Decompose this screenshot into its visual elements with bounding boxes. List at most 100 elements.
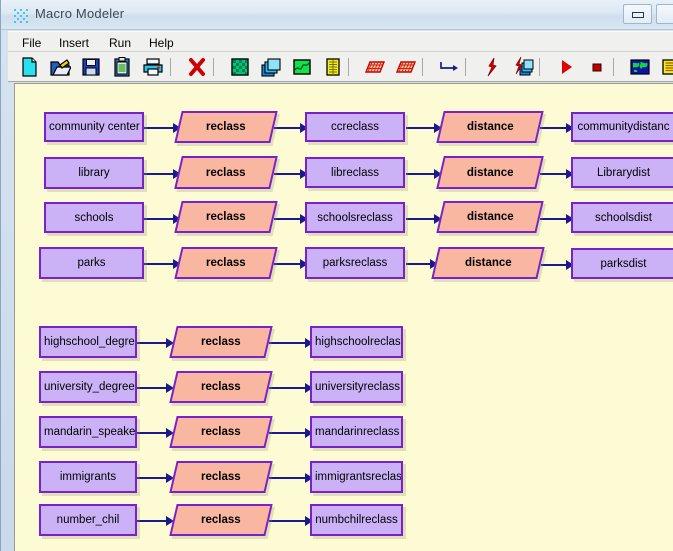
connector-link[interactable] [137,477,166,479]
toolbar-separator [348,58,349,76]
data-node-schoolsreclass[interactable]: schoolsreclass [305,202,405,233]
new-icon[interactable] [18,56,40,78]
connector-link[interactable] [144,173,173,175]
operation-node-distance[interactable]: distance [431,247,545,279]
data-node-ccreclass[interactable]: ccreclass [305,112,405,142]
connector-link[interactable] [274,127,300,129]
connector-link[interactable] [269,520,305,522]
menu-item-file[interactable]: File [16,35,47,51]
connector-link[interactable] [274,173,300,175]
data-node-schools[interactable]: schools [44,202,144,233]
data-node-number-chil[interactable]: number_chil [39,504,137,536]
lightning-layers-icon[interactable] [512,56,534,78]
data-node-parksreclass[interactable]: parksreclass [305,247,405,279]
connector-icon[interactable] [438,56,460,78]
play-icon[interactable] [555,56,577,78]
data-node-immigrants[interactable]: immigrants [39,461,137,493]
connector-link[interactable] [406,218,434,220]
operation-node-reclass[interactable]: reclass [174,111,278,143]
connector-link[interactable] [274,218,300,220]
data-node-communitydistanc[interactable]: communitydistanc [571,112,673,142]
operation-node-reclass[interactable]: reclass [169,504,273,536]
data-node-university-degree[interactable]: university_degree [39,371,137,403]
data-node-immigrantsreclass[interactable]: immigrantsreclass [310,461,403,493]
connector-link[interactable] [269,432,305,434]
delete-icon[interactable] [186,56,208,78]
save-icon[interactable] [80,56,102,78]
minimize-button[interactable] [623,4,652,24]
globe-icon[interactable] [629,56,651,78]
connector-link[interactable] [406,263,430,265]
connector-link[interactable] [269,342,305,344]
toolbar-separator [422,58,423,76]
data-node-numbchilreclass[interactable]: numbchilreclass [310,504,403,536]
open-folder-icon[interactable] [49,56,72,78]
operation-node-reclass[interactable]: reclass [169,326,273,358]
toolbar-separator [170,58,171,76]
data-node-highschool-degre[interactable]: highschool_degre [39,326,137,358]
connector-link[interactable] [541,264,566,266]
node-label: reclass [201,336,241,348]
data-node-library[interactable]: library [44,157,144,189]
connector-link[interactable] [274,263,300,265]
operation-node-distance[interactable]: distance [436,201,544,233]
menu-bar: File Insert Run Help [8,31,673,52]
connector-link[interactable] [137,342,166,344]
connector-link[interactable] [406,127,434,129]
parallelogram-2-icon[interactable] [395,56,417,78]
connector-link[interactable] [540,173,566,175]
data-node-parksdist[interactable]: parksdist [571,248,673,279]
title-bar: Macro Modeler [1,0,673,30]
connector-link[interactable] [137,387,166,389]
data-node-mandarin-speakers[interactable]: mandarin_speakers [39,416,137,448]
raster-layer-icon[interactable] [229,56,251,78]
data-node-mandarinreclass[interactable]: mandarinreclass [310,416,403,448]
stop-icon[interactable] [586,56,608,78]
connector-link[interactable] [144,263,173,265]
connector-link[interactable] [540,218,566,220]
data-node-librarydist[interactable]: Librarydist [571,157,673,188]
lightning-icon[interactable] [481,56,503,78]
operation-node-distance[interactable]: distance [436,111,544,143]
node-label: reclass [206,121,246,133]
data-node-universityreclass[interactable]: universityreclass [310,371,403,403]
operation-node-reclass[interactable]: reclass [169,461,273,493]
node-label: parksdist [600,257,647,270]
data-node-schoolsdist[interactable]: schoolsdist [571,202,673,233]
connector-link[interactable] [144,127,173,129]
node-label: numbchilreclass [315,514,398,526]
operation-node-reclass[interactable]: reclass [169,416,273,448]
data-node-libreclass[interactable]: libreclass [305,157,405,188]
list-table-icon[interactable] [660,56,673,78]
layer-stack-icon[interactable] [260,56,282,78]
menu-item-run[interactable]: Run [103,35,137,51]
node-label: distance [466,211,514,223]
node-label: distance [464,257,512,269]
connector-link[interactable] [144,218,173,220]
clipboard-icon[interactable] [111,56,133,78]
print-icon[interactable] [142,56,164,78]
connector-link[interactable] [137,520,166,522]
menu-item-insert[interactable]: Insert [53,35,95,51]
data-node-community-center[interactable]: community center [44,112,144,142]
connector-link[interactable] [137,432,166,434]
data-node-highschoolreclass[interactable]: highschoolreclass [310,326,403,358]
data-node-parks[interactable]: parks [39,247,144,279]
operation-node-reclass[interactable]: reclass [169,371,273,403]
menu-item-help[interactable]: Help [143,35,180,51]
operation-node-distance[interactable]: distance [436,156,544,189]
operation-node-reclass[interactable]: reclass [174,247,278,279]
connector-link[interactable] [540,127,566,129]
operation-node-reclass[interactable]: reclass [174,201,278,233]
operation-node-reclass[interactable]: reclass [174,156,278,189]
connector-link[interactable] [269,387,305,389]
node-label: highschool_degre [44,336,135,348]
vector-layer-icon[interactable] [291,56,313,78]
maximize-button[interactable] [656,4,673,24]
table-icon[interactable] [322,56,344,78]
parallelogram-1-icon[interactable] [364,56,386,78]
model-canvas[interactable]: community center reclass ccreclass distance… [14,83,673,551]
node-label: reclass [201,514,241,526]
connector-link[interactable] [406,173,434,175]
connector-link[interactable] [269,477,305,479]
